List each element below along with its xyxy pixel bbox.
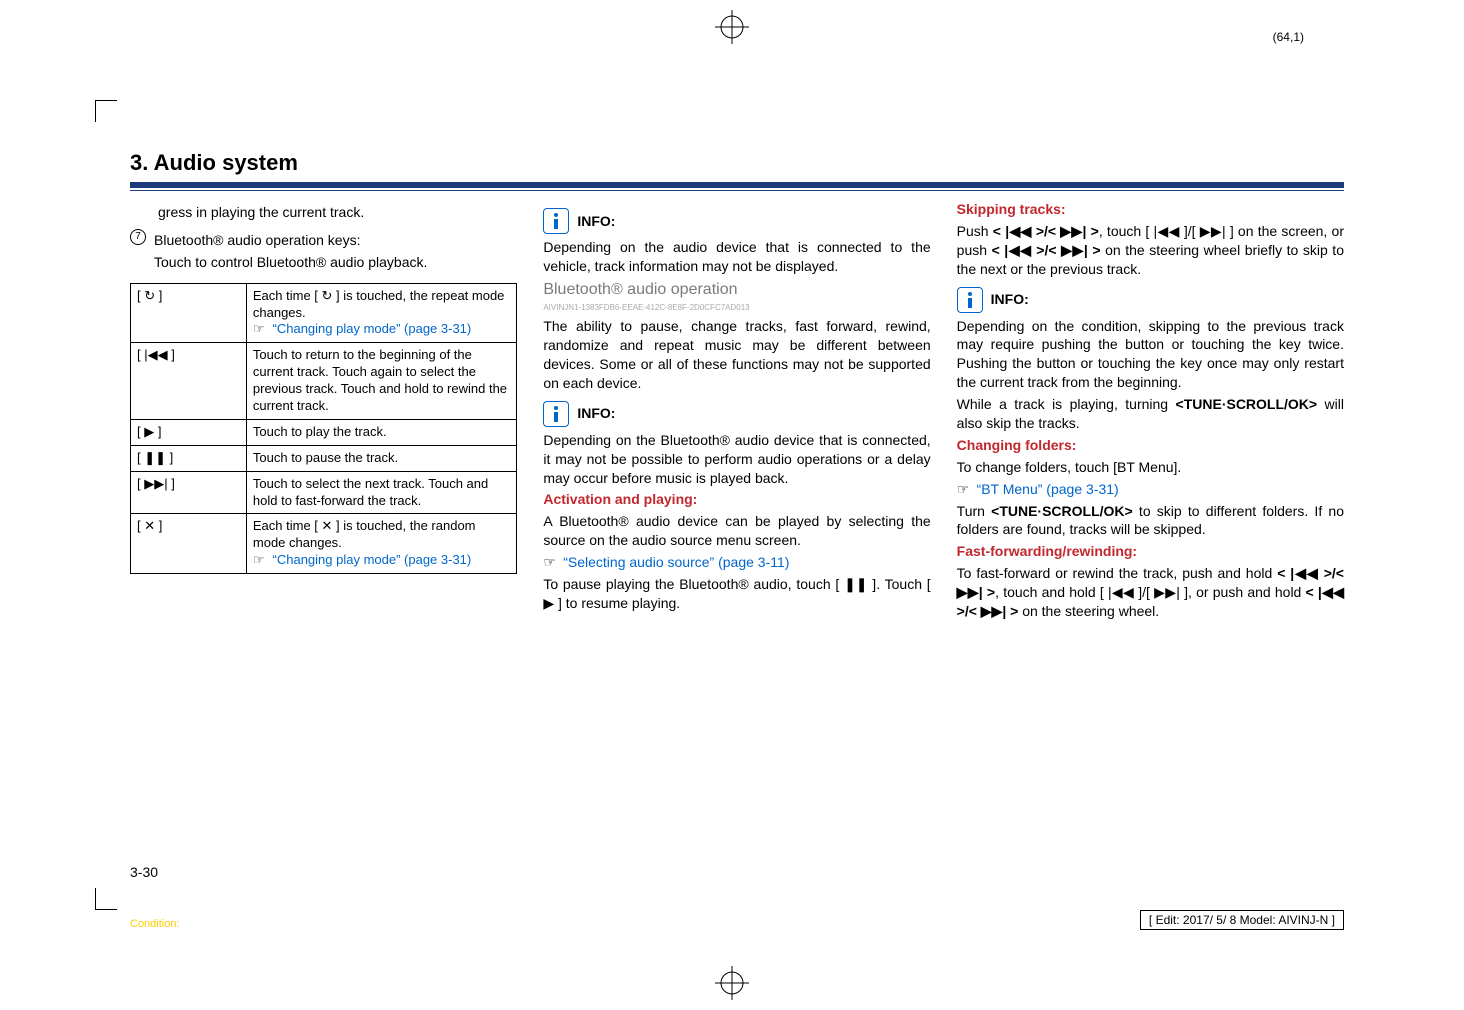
text: While a track is playing, turning xyxy=(957,396,1176,412)
continuation-text: gress in playing the current track. xyxy=(130,203,517,222)
page-coordinate: (64,1) xyxy=(1273,30,1304,44)
table-row: [ |◀◀ ] Touch to return to the beginning… xyxy=(131,343,517,420)
body-text: The ability to pause, change tracks, fas… xyxy=(543,317,930,393)
text: , touch and hold [ |◀◀ ]/[ ▶▶| ], or pus… xyxy=(995,584,1305,600)
button-ref: < |◀◀ >/< ▶▶| > xyxy=(992,242,1101,258)
column-2: INFO: Depending on the audio device that… xyxy=(543,200,930,624)
column-1: gress in playing the current track. 7 Bl… xyxy=(130,200,517,624)
hand-icon: ☞ xyxy=(957,480,973,499)
crop-mark-bottom xyxy=(715,966,749,1000)
body-text: Turn <TUNE·SCROLL/OK> to skip to differe… xyxy=(957,502,1344,540)
xref-link[interactable]: “Changing play mode” (page 3-31) xyxy=(273,552,472,567)
info-callout: INFO: xyxy=(543,208,930,234)
xref-link[interactable]: “BT Menu” (page 3-31) xyxy=(977,481,1119,497)
edit-info: [ Edit: 2017/ 5/ 8 Model: AIVINJ-N ] xyxy=(1140,910,1344,930)
text: To fast-forward or rewind the track, pus… xyxy=(957,565,1278,581)
desc-cell: Touch to pause the track. xyxy=(246,445,516,471)
info-icon xyxy=(543,208,569,234)
crop-corner-top-left xyxy=(95,100,117,122)
info-text: Depending on the condition, skipping to … xyxy=(957,317,1344,393)
table-row: [ ✕ ] Each time [ ✕ ] is touched, the ra… xyxy=(131,514,517,574)
text: Turn xyxy=(957,503,991,519)
body-text: While a track is playing, turning <TUNE·… xyxy=(957,395,1344,433)
page-number: 3-30 xyxy=(130,864,158,880)
condition-label: Condition: xyxy=(130,918,180,930)
key-cell: [ |◀◀ ] xyxy=(131,343,247,420)
key-cell: [ ↻ ] xyxy=(131,283,247,343)
info-text: Depending on the audio device that is co… xyxy=(543,238,930,276)
body-text: To fast-forward or rewind the track, pus… xyxy=(957,564,1344,621)
key-cell: [ ▶▶| ] xyxy=(131,471,247,514)
body-text: A Bluetooth® audio device can be played … xyxy=(543,512,930,550)
desc-cell: Touch to play the track. xyxy=(246,419,516,445)
subheading-code: AIVINJN1-1383FDB6-EEAE-412C-8E8F-2D0CFC7… xyxy=(543,303,930,314)
crop-corner-bottom-left xyxy=(95,888,117,910)
info-text: Depending on the Bluetooth® audio device… xyxy=(543,431,930,488)
desc-cell: Each time [ ✕ ] is touched, the random m… xyxy=(246,514,516,574)
info-icon xyxy=(957,287,983,313)
crop-mark-top xyxy=(715,10,749,44)
info-label: INFO: xyxy=(577,404,615,423)
key-cell: [ ▶ ] xyxy=(131,419,247,445)
button-ref: < |◀◀ >/< ▶▶| > xyxy=(993,223,1099,239)
section-header: 3. Audio system xyxy=(130,150,1344,191)
operation-keys-table: [ ↻ ] Each time [ ↻ ] is touched, the re… xyxy=(130,283,517,574)
key-cell: [ ✕ ] xyxy=(131,514,247,574)
hand-icon: ☞ xyxy=(253,552,269,569)
section-number: 3. xyxy=(130,150,148,175)
table-row: [ ▶ ] Touch to play the track. xyxy=(131,419,517,445)
xref-link[interactable]: “Changing play mode” (page 3-31) xyxy=(273,321,472,336)
info-callout: INFO: xyxy=(543,401,930,427)
red-subhead: Changing folders: xyxy=(957,436,1344,455)
info-icon xyxy=(543,401,569,427)
hand-icon: ☞ xyxy=(253,321,269,338)
table-row: [ ↻ ] Each time [ ↻ ] is touched, the re… xyxy=(131,283,517,343)
subheading: Bluetooth® audio operation xyxy=(543,279,930,301)
info-label: INFO: xyxy=(991,290,1029,309)
table-row: [ ❚❚ ] Touch to pause the track. xyxy=(131,445,517,471)
info-label: INFO: xyxy=(577,212,615,231)
table-row: [ ▶▶| ] Touch to select the next track. … xyxy=(131,471,517,514)
item-number-7: 7 xyxy=(130,229,146,245)
red-subhead: Skipping tracks: xyxy=(957,200,1344,219)
text: Push xyxy=(957,223,993,239)
desc-text: Each time [ ↻ ] is touched, the repeat m… xyxy=(253,288,505,320)
bt-keys-desc: Touch to control Bluetooth® audio playba… xyxy=(154,253,427,272)
button-ref: <TUNE·SCROLL/OK> xyxy=(991,503,1133,519)
desc-cell: Touch to select the next track. Touch an… xyxy=(246,471,516,514)
text: on the steering wheel. xyxy=(1018,603,1159,619)
desc-cell: Each time [ ↻ ] is touched, the repeat m… xyxy=(246,283,516,343)
xref-link[interactable]: “Selecting audio source” (page 3-11) xyxy=(563,554,789,570)
body-text: Push < |◀◀ >/< ▶▶| >, touch [ |◀◀ ]/[ ▶▶… xyxy=(957,222,1344,279)
hand-icon: ☞ xyxy=(543,553,559,572)
body-text: To pause playing the Bluetooth® audio, t… xyxy=(543,575,930,613)
key-cell: [ ❚❚ ] xyxy=(131,445,247,471)
bt-keys-label: Bluetooth® audio operation keys: xyxy=(154,231,427,250)
column-3: Skipping tracks: Push < |◀◀ >/< ▶▶| >, t… xyxy=(957,200,1344,624)
desc-cell: Touch to return to the beginning of the … xyxy=(246,343,516,420)
button-ref: <TUNE·SCROLL/OK> xyxy=(1176,396,1318,412)
info-callout: INFO: xyxy=(957,287,1344,313)
red-subhead: Activation and playing: xyxy=(543,490,930,509)
desc-text: Each time [ ✕ ] is touched, the random m… xyxy=(253,518,476,550)
section-title-text: Audio system xyxy=(154,150,298,175)
body-text: To change folders, touch [BT Menu]. xyxy=(957,458,1344,477)
red-subhead: Fast-forwarding/rewinding: xyxy=(957,542,1344,561)
